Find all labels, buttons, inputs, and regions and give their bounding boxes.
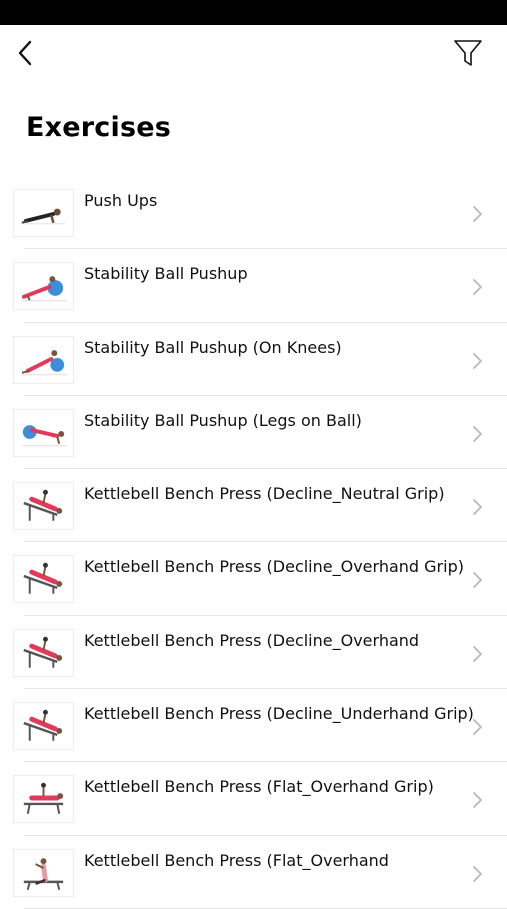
chevron-right-icon bbox=[470, 497, 484, 517]
exercise-thumbnail bbox=[13, 848, 74, 897]
exercise-thumbnail bbox=[13, 408, 74, 457]
exercise-illustration bbox=[21, 208, 66, 225]
exercise-name: Push Ups bbox=[84, 191, 158, 210]
exercise-illustration bbox=[23, 709, 63, 741]
exercise-row-stability-ball-pushup-legs-on-ball[interactable]: Stability Ball Pushup (Legs on Ball) bbox=[0, 396, 507, 470]
exercise-name: Kettlebell Bench Press (Decline_Overhand bbox=[84, 630, 420, 650]
exercise-thumbnail bbox=[13, 262, 74, 311]
exercise-name: Kettlebell Bench Press (Decline_Neutral … bbox=[84, 484, 445, 504]
exercise-name: Kettlebell Bench Press (Flat_Overhand bbox=[84, 850, 389, 870]
exercise-illustration bbox=[23, 563, 63, 595]
exercise-row-stability-ball-pushup[interactable]: Stability Ball Pushup bbox=[0, 249, 507, 323]
exercise-illustration bbox=[21, 349, 68, 375]
back-button[interactable] bbox=[8, 33, 42, 73]
exercise-illustration bbox=[23, 636, 63, 668]
exercise-list: Push Ups Stability Ball Pushup Stability B… bbox=[0, 176, 507, 909]
navigation-bar bbox=[0, 25, 507, 85]
exercise-row-kettlebell-bench-press-decline-underhand-grip[interactable]: Kettlebell Bench Press (Decline_Underhan… bbox=[0, 689, 507, 763]
exercise-name: Kettlebell Bench Press (Decline_Overhand… bbox=[84, 557, 464, 577]
exercise-thumbnail bbox=[13, 628, 74, 677]
exercise-illustration bbox=[23, 489, 63, 521]
exercise-thumbnail bbox=[13, 482, 74, 531]
exercise-name: Stability Ball Pushup bbox=[84, 264, 248, 284]
chevron-right-icon bbox=[470, 277, 484, 297]
chevron-right-icon bbox=[470, 424, 484, 444]
exercise-name: Stability Ball Pushup (Legs on Ball) bbox=[84, 410, 362, 430]
chevron-right-icon bbox=[470, 717, 484, 737]
filter-funnel-icon bbox=[454, 40, 482, 66]
exercise-thumbnail bbox=[13, 555, 74, 604]
exercise-name: Kettlebell Bench Press (Flat_Overhand Gr… bbox=[84, 777, 434, 797]
exercise-thumbnail bbox=[13, 189, 74, 237]
chevron-right-icon bbox=[470, 864, 484, 884]
chevron-right-icon bbox=[470, 570, 484, 590]
exercise-thumbnail bbox=[13, 335, 74, 384]
chevron-right-icon bbox=[470, 790, 484, 810]
exercise-name: Stability Ball Pushup (On Knees) bbox=[84, 337, 342, 357]
exercise-row-kettlebell-bench-press-decline-overhand[interactable]: Kettlebell Bench Press (Decline_Overhand bbox=[0, 616, 507, 690]
chevron-left-icon bbox=[18, 40, 32, 66]
exercise-row-kettlebell-bench-press-decline-neutral-grip[interactable]: Kettlebell Bench Press (Decline_Neutral … bbox=[0, 469, 507, 543]
exercise-row-stability-ball-pushup-on-knees[interactable]: Stability Ball Pushup (On Knees) bbox=[0, 323, 507, 396]
exercise-illustration bbox=[21, 425, 68, 447]
exercise-row-kettlebell-bench-press-flat-overhand-grip[interactable]: Kettlebell Bench Press (Flat_Overhand Gr… bbox=[0, 762, 507, 836]
exercise-row-kettlebell-bench-press-flat-overhand[interactable]: Kettlebell Bench Press (Flat_Overhand bbox=[0, 836, 507, 909]
exercise-illustration bbox=[23, 857, 64, 890]
exercise-name: Kettlebell Bench Press (Decline_Underhan… bbox=[84, 704, 474, 724]
exercise-illustration bbox=[23, 783, 64, 815]
chevron-right-icon bbox=[470, 204, 484, 224]
filter-button[interactable] bbox=[446, 31, 490, 75]
exercise-row-push-ups[interactable]: Push Ups bbox=[0, 176, 507, 250]
exercise-illustration bbox=[21, 276, 68, 302]
exercise-row-kettlebell-bench-press-decline-overhand-grip[interactable]: Kettlebell Bench Press (Decline_Overhand… bbox=[0, 542, 507, 616]
chevron-right-icon bbox=[470, 644, 484, 664]
status-bar bbox=[0, 0, 507, 25]
page-title: Exercises bbox=[26, 112, 172, 143]
exercise-thumbnail bbox=[13, 775, 74, 824]
chevron-right-icon bbox=[470, 351, 484, 371]
exercise-thumbnail bbox=[13, 702, 74, 751]
